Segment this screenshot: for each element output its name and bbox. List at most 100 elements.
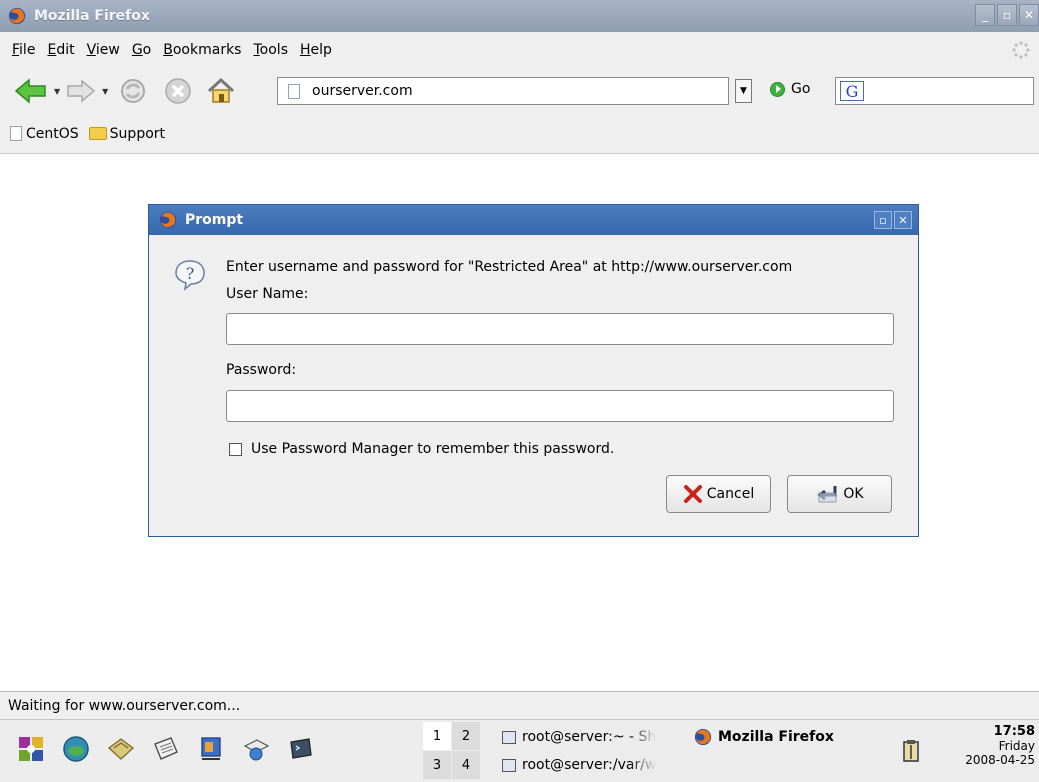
go-icon [770,81,785,97]
password-field[interactable] [226,390,894,422]
dialog-titlebar[interactable]: Prompt ▫ ✕ [149,205,918,235]
go-button[interactable]: Go [770,81,810,97]
spreadsheet-launcher[interactable] [239,732,273,766]
cancel-x-icon [683,484,703,504]
taskbar: 1 2 3 4 root@server:~ - Sh Mozilla Firef… [0,719,1039,782]
username-input[interactable] [227,314,893,344]
password-manager-checkbox[interactable] [229,442,242,456]
forward-history-dropdown-icon[interactable]: ▼ [102,87,108,96]
password-input[interactable] [227,391,893,421]
task-label: root@server:~ - Sh [522,729,657,745]
dialog-close-button[interactable]: ✕ [894,211,912,229]
reload-icon [121,79,146,103]
presentation-launcher[interactable] [194,732,228,766]
menu-bar: File Edit View Go Bookmarks Tools Help [0,32,1039,68]
ok-label: OK [843,486,864,502]
cancel-button[interactable]: Cancel [666,475,771,513]
globe-mouse-icon [63,736,89,762]
task-terminal-root-home[interactable]: root@server:~ - Sh [502,726,686,748]
password-label: Password: [226,362,297,378]
back-button[interactable] [14,77,48,105]
firefox-logo-icon [694,728,712,746]
bookmark-label: Support [109,125,166,142]
task-terminal-root-var[interactable]: root@server:/var/w [502,754,686,776]
home-button[interactable] [206,76,236,106]
minimize-button[interactable]: _ [975,4,995,26]
dialog-message: Enter username and password for "Restric… [226,259,793,275]
workspace-4[interactable]: 4 [452,751,480,779]
word-processor-icon [154,737,178,760]
menu-tools[interactable]: Tools [253,42,288,58]
page-icon [10,126,22,141]
clock-applet[interactable]: 17:58 Friday 2008-04-25 [965,724,1035,767]
bookmarks-toolbar: CentOS Support [0,114,1039,154]
terminal-icon [290,738,312,759]
terminal-launcher[interactable] [284,732,318,766]
search-bar[interactable]: G [835,77,1034,105]
dialog-body: ? Enter username and password for "Restr… [149,235,918,536]
close-button[interactable]: ✕ [1019,4,1039,26]
forward-button[interactable] [66,78,96,104]
workspace-3[interactable]: 3 [423,751,451,779]
menu-view[interactable]: View [87,42,120,58]
menu-bookmarks[interactable]: Bookmarks [163,42,241,58]
clock-date: 2008-04-25 [965,753,1035,767]
throbber-icon [1012,41,1030,59]
reload-button[interactable] [118,76,148,106]
bookmark-centos[interactable]: CentOS [10,126,79,142]
back-history-dropdown-icon[interactable]: ▼ [54,87,60,96]
clipboard-icon [903,740,919,762]
url-bar[interactable] [277,77,729,105]
email-launcher[interactable] [104,732,138,766]
terminal-window-icon [502,758,516,772]
status-bar: Waiting for www.ourserver.com... [0,691,1039,719]
navigation-toolbar: ▼ ▼ ▼ Go G [0,68,1039,114]
back-arrow-icon [14,78,46,104]
password-manager-label: Use Password Manager to remember this pa… [251,441,615,457]
password-manager-option[interactable]: Use Password Manager to remember this pa… [229,441,614,457]
centos-logo-icon [19,737,43,761]
maximize-button[interactable]: ▫ [997,4,1017,26]
window-titlebar[interactable]: Mozilla Firefox _ ▫ ✕ [0,0,1039,32]
auth-prompt-dialog: Prompt ▫ ✕ ? Enter username and password… [148,204,919,537]
bookmark-folder-support[interactable]: Support [88,125,166,142]
workspace-2[interactable]: 2 [452,722,480,750]
cancel-label: Cancel [706,486,755,502]
writer-launcher[interactable] [149,732,183,766]
menu-go[interactable]: Go [132,42,151,58]
workspace-pager: 1 2 3 4 [423,722,481,780]
web-browser-launcher[interactable] [59,732,93,766]
url-input[interactable] [312,83,712,99]
menu-edit[interactable]: Edit [47,42,74,58]
main-menu-launcher[interactable] [14,732,48,766]
notes-applet[interactable] [894,734,928,768]
status-text: Waiting for www.ourserver.com... [8,697,241,714]
task-label: root@server:/var/w [522,757,657,773]
page-icon [288,83,300,99]
stop-icon [165,78,192,104]
firefox-logo-icon [159,211,177,229]
url-history-dropdown[interactable]: ▼ [735,79,752,103]
dialog-maximize-button[interactable]: ▫ [874,211,892,229]
stop-button[interactable] [164,77,192,105]
home-icon [208,77,235,103]
question-icon: ? [175,260,205,291]
menu-file[interactable]: File [12,42,35,58]
clock-day: Friday [998,739,1035,753]
firefox-logo-icon [8,7,26,25]
task-mozilla-firefox[interactable]: Mozilla Firefox [694,726,874,748]
menu-help[interactable]: Help [300,42,332,58]
svg-text:?: ? [186,264,195,283]
window-title: Mozilla Firefox [34,8,150,24]
clock-time: 17:58 [993,724,1035,739]
spreadsheet-chart-icon [243,739,270,761]
presentation-icon [201,737,221,760]
google-search-engine-icon[interactable]: G [840,81,864,101]
go-label: Go [791,81,811,97]
terminal-window-icon [502,730,516,744]
dialog-title: Prompt [185,212,244,228]
enter-key-icon [815,484,839,504]
workspace-1[interactable]: 1 [423,722,451,750]
ok-button[interactable]: OK [787,475,892,513]
username-field[interactable] [226,313,894,345]
